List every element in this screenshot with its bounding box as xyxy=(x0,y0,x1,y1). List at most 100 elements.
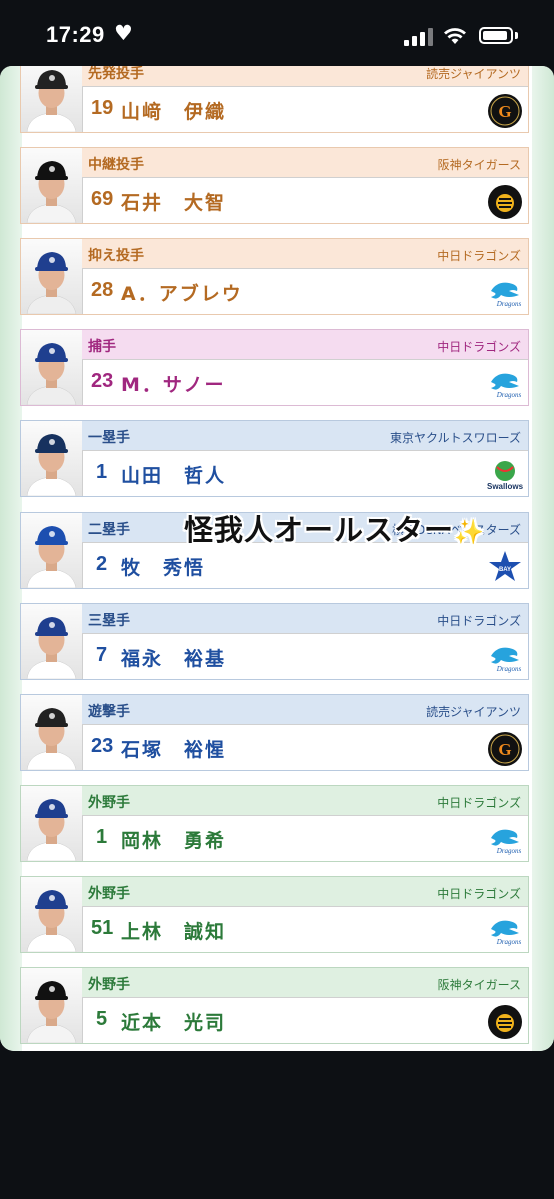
battery-icon xyxy=(479,27,513,44)
team-name: 阪神タイガース xyxy=(437,158,521,172)
team-name: 中日ドラゴンズ xyxy=(437,887,521,901)
svg-text:Dragons: Dragons xyxy=(496,665,522,673)
position-label: 遊撃手 xyxy=(88,704,130,720)
swallows-logo-icon: Swallows xyxy=(487,457,524,493)
role-header: 抑え投手 中日ドラゴンズ xyxy=(82,239,528,269)
overlay-caption-text: 怪我人オールスター xyxy=(184,513,455,547)
position-label: 二塁手 xyxy=(88,522,130,538)
svg-text:G: G xyxy=(498,102,511,121)
player-name[interactable]: 牧 秀悟 xyxy=(121,553,205,580)
player-photo xyxy=(21,330,83,405)
position-label: 外野手 xyxy=(88,795,130,811)
player-card[interactable]: 抑え投手 中日ドラゴンズ 28 A．アブレウ Dragons xyxy=(20,238,529,315)
player-photo xyxy=(21,695,83,770)
role-header: 遊撃手 読売ジャイアンツ xyxy=(82,695,528,725)
svg-text:Swallows: Swallows xyxy=(487,482,523,491)
team-name: 中日ドラゴンズ xyxy=(437,796,521,810)
dragons-logo-icon: Dragons xyxy=(487,913,523,949)
player-card[interactable]: 外野手 阪神タイガース 5 近本 光司 xyxy=(20,967,529,1044)
position-label: 外野手 xyxy=(88,977,130,993)
player-name[interactable]: 岡林 勇希 xyxy=(121,826,226,853)
position-label: 外野手 xyxy=(88,886,130,902)
player-name[interactable]: M．サノー xyxy=(121,370,226,397)
uniform-number: 23 xyxy=(91,370,114,392)
giants-logo-icon: G xyxy=(487,731,523,767)
cellular-signal-icon xyxy=(404,28,434,46)
team-name: 読売ジャイアンツ xyxy=(426,67,521,81)
player-photo xyxy=(21,968,83,1043)
uniform-number: 1 xyxy=(96,461,108,483)
uniform-number: 69 xyxy=(91,188,114,210)
player-card[interactable]: 中継投手 阪神タイガース 69 石井 大智 xyxy=(20,147,529,224)
role-header: 外野手 中日ドラゴンズ xyxy=(82,877,528,907)
uniform-number: 7 xyxy=(96,644,108,666)
player-photo xyxy=(21,66,83,132)
role-header: 捕手 中日ドラゴンズ xyxy=(82,330,528,360)
sparkles-icon: ✨ xyxy=(454,518,485,546)
dragons-logo-icon: Dragons xyxy=(487,640,523,676)
player-name[interactable]: 石塚 裕惺 xyxy=(121,735,226,762)
player-card[interactable]: 遊撃手 読売ジャイアンツ 23 石塚 裕惺 G xyxy=(20,694,529,771)
right-margin xyxy=(532,66,554,1051)
heart-icon: ♥ xyxy=(114,21,133,45)
player-photo xyxy=(21,786,83,861)
player-photo xyxy=(21,239,83,314)
svg-text:Dragons: Dragons xyxy=(496,847,522,855)
uniform-number: 19 xyxy=(91,97,114,119)
role-header: 中継投手 阪神タイガース xyxy=(82,148,528,178)
uniform-number: 23 xyxy=(91,735,114,757)
player-name[interactable]: 山田 哲人 xyxy=(121,461,226,488)
uniform-number: 5 xyxy=(96,1008,108,1030)
role-header: 外野手 中日ドラゴンズ xyxy=(82,786,528,816)
tigers-logo-icon xyxy=(487,1004,523,1040)
player-card[interactable]: 外野手 中日ドラゴンズ 51 上林 誠知 Dragons xyxy=(20,876,529,953)
position-label: 先発投手 xyxy=(88,66,144,82)
player-card[interactable]: 先発投手 読売ジャイアンツ 19 山﨑 伊織 G xyxy=(20,66,529,133)
position-label: 抑え投手 xyxy=(88,248,144,264)
dragons-logo-icon: Dragons xyxy=(487,275,523,311)
team-name: 東京ヤクルトスワローズ xyxy=(389,431,521,445)
team-name: 中日ドラゴンズ xyxy=(437,614,521,628)
svg-text:G: G xyxy=(498,740,511,759)
uniform-number: 28 xyxy=(91,279,114,301)
team-name: 中日ドラゴンズ xyxy=(437,340,521,354)
overlay-caption: 怪我人オールスター✨ xyxy=(184,507,485,549)
player-name[interactable]: 山﨑 伊織 xyxy=(121,97,226,124)
battery-cap xyxy=(515,32,518,39)
role-header: 一塁手 東京ヤクルトスワローズ xyxy=(82,421,528,451)
player-photo xyxy=(21,148,83,223)
baystars-logo-icon: BAY xyxy=(487,549,523,585)
player-card[interactable]: 外野手 中日ドラゴンズ 1 岡林 勇希 Dragons xyxy=(20,785,529,862)
position-label: 捕手 xyxy=(88,339,116,355)
uniform-number: 1 xyxy=(96,826,108,848)
role-header: 先発投手 読売ジャイアンツ xyxy=(82,66,528,87)
player-card[interactable]: 捕手 中日ドラゴンズ 23 M．サノー Dragons xyxy=(20,329,529,406)
player-name[interactable]: A．アブレウ xyxy=(121,279,243,306)
player-photo xyxy=(21,421,83,496)
role-header: 外野手 阪神タイガース xyxy=(82,968,528,998)
team-name: 読売ジャイアンツ xyxy=(426,705,521,719)
status-bar: 17:29 ♥ xyxy=(0,0,554,64)
uniform-number: 51 xyxy=(91,917,114,939)
position-label: 三塁手 xyxy=(88,613,130,629)
player-name[interactable]: 近本 光司 xyxy=(121,1008,226,1035)
player-photo xyxy=(21,877,83,952)
player-name[interactable]: 上林 誠知 xyxy=(121,917,226,944)
player-name[interactable]: 石井 大智 xyxy=(121,188,226,215)
player-card[interactable]: 一塁手 東京ヤクルトスワローズ 1 山田 哲人 Swallows xyxy=(20,420,529,497)
svg-text:Dragons: Dragons xyxy=(496,938,522,946)
dragons-logo-icon: Dragons xyxy=(487,366,523,402)
svg-text:Dragons: Dragons xyxy=(496,391,522,399)
player-photo xyxy=(21,513,83,588)
role-header: 三塁手 中日ドラゴンズ xyxy=(82,604,528,634)
lineup-sheet[interactable]: 先発投手 読売ジャイアンツ 19 山﨑 伊織 G 中継投手 阪神タイガース 69 石井 大智 抑え… xyxy=(0,66,554,1051)
player-card[interactable]: 三塁手 中日ドラゴンズ 7 福永 裕基 Dragons xyxy=(20,603,529,680)
uniform-number: 2 xyxy=(96,553,108,575)
svg-text:Dragons: Dragons xyxy=(496,300,522,308)
svg-text:BAY: BAY xyxy=(499,567,511,573)
wifi-icon xyxy=(444,28,466,44)
giants-logo-icon: G xyxy=(487,93,523,129)
player-name[interactable]: 福永 裕基 xyxy=(121,644,226,671)
position-label: 一塁手 xyxy=(88,430,130,446)
tigers-logo-icon xyxy=(487,184,523,220)
